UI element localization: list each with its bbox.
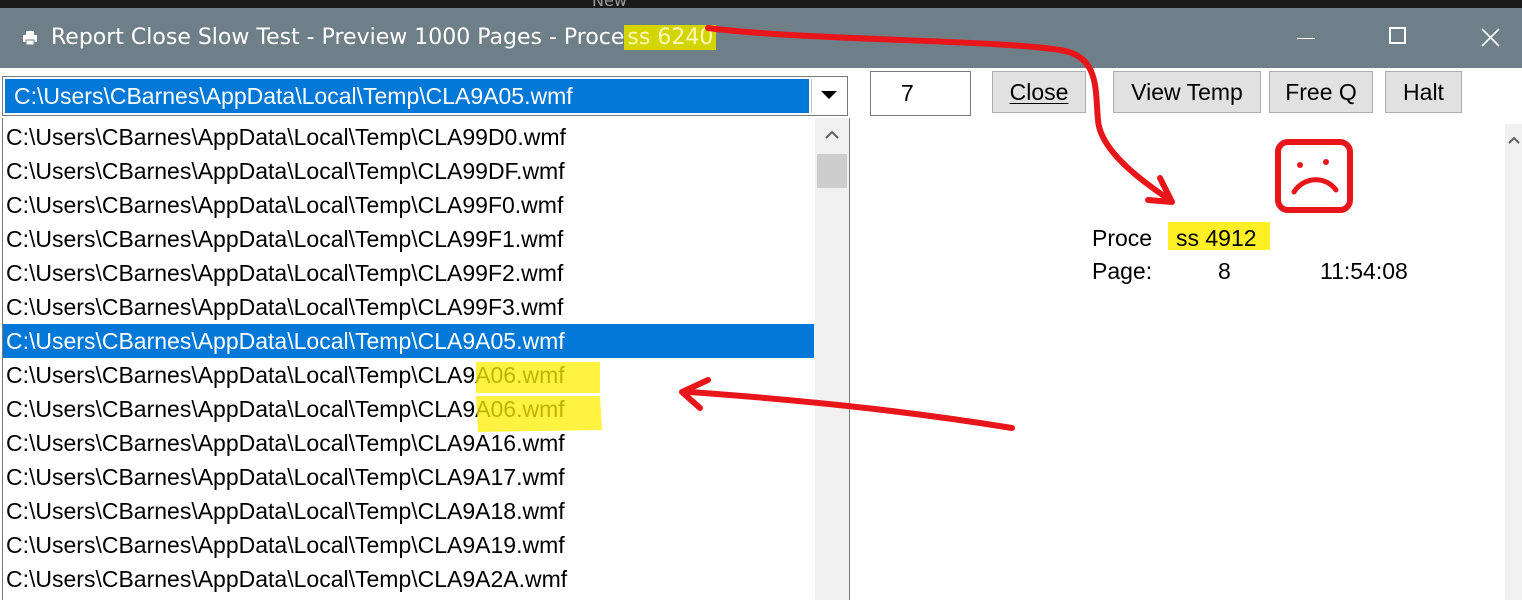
list-item[interactable]: C:\Users\CBarnes\AppData\Local\Temp\CLA9… — [3, 188, 814, 222]
file-combo-box[interactable]: C:\Users\CBarnes\AppData\Local\Temp\CLA9… — [2, 76, 848, 116]
halt-button[interactable]: Halt — [1385, 71, 1462, 113]
close-window-button[interactable] — [1460, 16, 1520, 60]
process-value: ss 4912 — [1176, 225, 1257, 251]
list-item[interactable]: C:\Users\CBarnes\AppData\Local\Temp\CLA9… — [3, 222, 814, 256]
right-scrollbar[interactable] — [1505, 124, 1522, 600]
list-item[interactable]: C:\Users\CBarnes\AppData\Local\Temp\CLA9… — [3, 324, 814, 358]
combo-dropdown-button[interactable] — [811, 79, 845, 113]
printer-icon — [22, 30, 38, 50]
list-item[interactable]: C:\Users\CBarnes\AppData\Local\Temp\CLA9… — [3, 426, 814, 460]
scroll-up-button[interactable] — [815, 118, 849, 152]
process-label: Proce — [1092, 225, 1153, 251]
list-item[interactable]: C:\Users\CBarnes\AppData\Local\Temp\CLA9… — [3, 358, 814, 392]
file-list[interactable]: C:\Users\CBarnes\AppData\Local\Temp\CLA9… — [2, 118, 850, 600]
list-item[interactable]: C:\Users\CBarnes\AppData\Local\Temp\CLA9… — [3, 256, 814, 290]
close-button[interactable]: Close — [992, 71, 1086, 113]
page-value: 8 — [1218, 258, 1231, 284]
time-value: 11:54:08 — [1320, 258, 1408, 284]
list-item[interactable]: C:\Users\CBarnes\AppData\Local\Temp\CLA9… — [3, 562, 814, 596]
free-q-button[interactable]: Free Q — [1269, 71, 1373, 113]
list-scrollbar[interactable] — [815, 118, 849, 600]
background-window-strip: New — [0, 0, 1522, 8]
window-title: Report Close Slow Test - Preview 1000 Pa… — [51, 23, 717, 53]
title-bar[interactable]: Report Close Slow Test - Preview 1000 Pa… — [0, 8, 1522, 68]
view-temp-button[interactable]: View Temp — [1113, 71, 1261, 113]
list-item[interactable]: C:\Users\CBarnes\AppData\Local\Temp\CLA9… — [3, 120, 814, 154]
minimize-button[interactable] — [1276, 16, 1336, 60]
background-ghost-text: New — [592, 0, 627, 8]
list-item[interactable]: C:\Users\CBarnes\AppData\Local\Temp\CLA9… — [3, 494, 814, 528]
list-item[interactable]: C:\Users\CBarnes\AppData\Local\Temp\CLA9… — [3, 154, 814, 188]
scroll-thumb[interactable] — [817, 154, 847, 188]
list-item[interactable]: C:\Users\CBarnes\AppData\Local\Temp\CLA9… — [3, 528, 814, 562]
list-item[interactable]: C:\Users\CBarnes\AppData\Local\Temp\CLA9… — [3, 290, 814, 324]
list-item[interactable]: C:\Users\CBarnes\AppData\Local\Temp\CLA9… — [3, 460, 814, 494]
combo-selected-value[interactable]: C:\Users\CBarnes\AppData\Local\Temp\CLA9… — [5, 79, 809, 113]
window-client-area: C:\Users\CBarnes\AppData\Local\Temp\CLA9… — [0, 68, 1522, 600]
count-input[interactable]: 7 — [870, 71, 971, 116]
window-title-highlight: ss 6240 — [624, 25, 717, 50]
page-label: Page: — [1092, 258, 1153, 284]
window-title-prefix: Report Close Slow Test - Preview 1000 Pa… — [51, 25, 625, 50]
maximize-button[interactable] — [1368, 16, 1428, 60]
list-item[interactable]: C:\Users\CBarnes\AppData\Local\Temp\CLA9… — [3, 392, 814, 426]
